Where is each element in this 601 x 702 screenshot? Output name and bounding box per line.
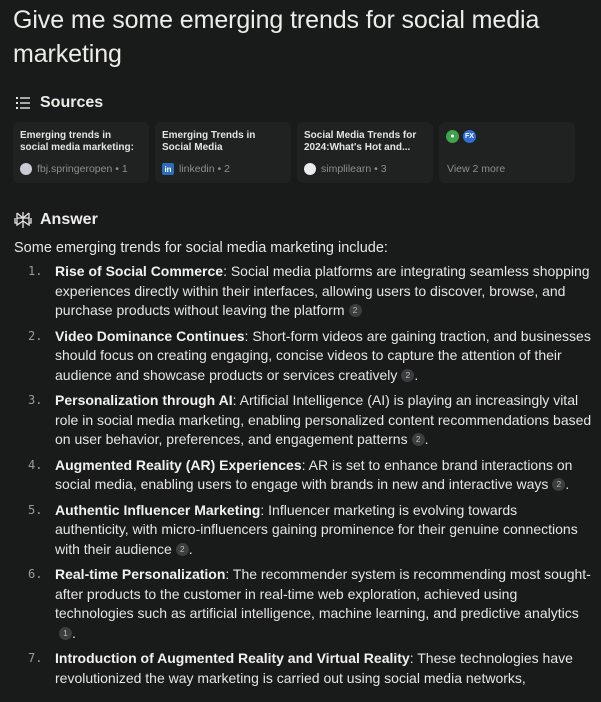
- citation-badge[interactable]: 2: [401, 368, 415, 382]
- answer-page: Give me some emerging trends for social …: [0, 0, 601, 702]
- question-title: Give me some emerging trends for social …: [13, 6, 540, 68]
- source-title: Emerging Trends in Social Media Marketin…: [162, 130, 256, 153]
- source-site: linkedin: [179, 163, 215, 175]
- source-meta: fbj.springeropen • 1: [20, 163, 128, 175]
- green-leaf-favicon-icon: ●: [446, 130, 459, 143]
- answer-heading-label: Answer: [40, 211, 98, 228]
- source-index: 3: [380, 163, 387, 175]
- list-item: 1. Rise of Social Commerce: Social media…: [28, 263, 590, 318]
- citation-badge[interactable]: 2: [411, 433, 425, 447]
- citation-badge[interactable]: 1: [59, 626, 72, 640]
- item-title: Augmented Reality (AR) Experiences: [55, 456, 302, 473]
- source-meta: simplilearn • 3: [304, 163, 387, 175]
- source-index: 1: [121, 163, 128, 175]
- list-icon: [14, 94, 32, 112]
- fx-favicon-icon: FX: [463, 130, 476, 143]
- citation-badge[interactable]: 2: [552, 478, 566, 492]
- citation-badge[interactable]: 2: [348, 304, 362, 318]
- list-item: 3. Personalization through AI: Artificia…: [28, 392, 592, 447]
- citation-badge[interactable]: 2: [175, 542, 189, 556]
- list-item: 6. Real-time Personalization: The recomm…: [28, 566, 591, 641]
- trends-list: 1. Rise of Social Commerce: Social media…: [14, 262, 594, 694]
- list-item: 4. Augmented Reality (AR) Experiences: A…: [28, 456, 573, 493]
- answer-heading: Answer: [14, 211, 98, 229]
- view-more-sources-button[interactable]: ● FX View 2 more: [439, 122, 575, 183]
- source-site: simplilearn: [321, 163, 372, 175]
- answer-intro: Some emerging trends for social media ma…: [14, 240, 388, 256]
- sources-heading-label: Sources: [40, 94, 104, 111]
- simplilearn-favicon-icon: [304, 163, 316, 175]
- item-title: Personalization through AI: [55, 392, 233, 408]
- sources-heading: Sources: [14, 94, 103, 112]
- source-title: Emerging trends in social media marketin…: [20, 130, 134, 153]
- item-title: Introduction of Augmented Reality and Vi…: [55, 650, 410, 666]
- springer-favicon-icon: [20, 163, 32, 175]
- source-card-simplilearn[interactable]: Social Media Trends for 2024:What's Hot …: [297, 122, 433, 183]
- source-meta: in linkedin • 2: [162, 163, 230, 175]
- item-title: Authentic Influencer Marketing: [55, 501, 261, 518]
- source-title: Social Media Trends for 2024:What's Hot …: [304, 130, 417, 153]
- list-item: 7. Introduction of Augmented Reality and…: [28, 650, 573, 686]
- more-sources-icons: ● FX: [446, 130, 568, 143]
- item-title: Video Dominance Continues: [55, 327, 245, 344]
- source-site: fbj.springeropen: [37, 163, 113, 175]
- source-index: 2: [224, 163, 230, 175]
- list-item: 2. Video Dominance Continues: Short-form…: [28, 327, 591, 383]
- item-title: Real-time Personalization: [55, 566, 226, 582]
- view-more-label: View 2 more: [447, 163, 506, 175]
- sparkle-logo-icon: [14, 211, 32, 229]
- source-card-springer[interactable]: Emerging trends in social media marketin…: [13, 122, 149, 183]
- item-title: Rise of Social Commerce: [55, 263, 224, 279]
- linkedin-favicon-icon: in: [162, 163, 174, 175]
- list-item: 5. Authentic Influencer Marketing: Influ…: [28, 501, 578, 557]
- source-card-linkedin[interactable]: Emerging Trends in Social Media Marketin…: [155, 122, 291, 183]
- sources-list: Emerging trends in social media marketin…: [13, 122, 575, 183]
